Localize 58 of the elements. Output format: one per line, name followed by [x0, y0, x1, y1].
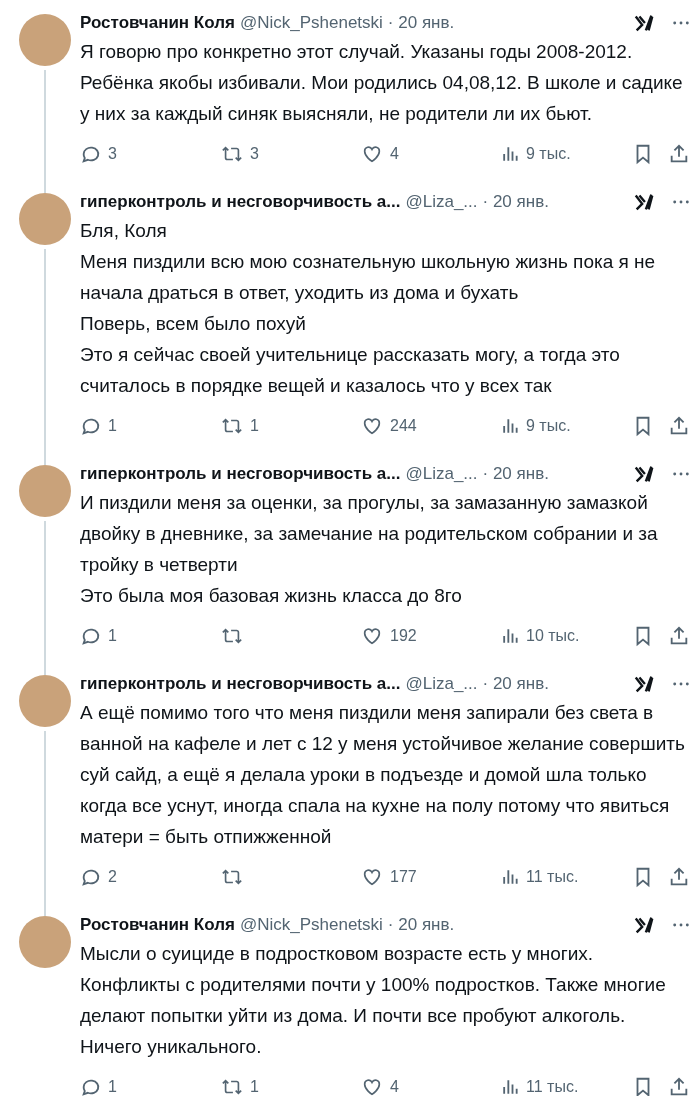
- like-count: 177: [390, 868, 417, 886]
- post-text: Это была моя базовая жизнь класса до 8го: [80, 584, 463, 608]
- view-count: 9 тыс.: [526, 417, 571, 435]
- post-text: Мысли о суициде в подростковом возрасте есть у многих. Конфликты с родителями почти у 100% подростков. Также многие делают попытки уйти из дома. И почти все пробуют алкоголь. Ничего уникального.: [80, 942, 667, 1059]
- views-icon[interactable]: [500, 1077, 520, 1096]
- share-icon[interactable]: [668, 143, 690, 165]
- share-icon[interactable]: [668, 415, 690, 437]
- reply-count: 1: [108, 417, 117, 435]
- reply-count: 1: [108, 627, 117, 645]
- user-handle[interactable]: @Liza_...: [405, 192, 478, 212]
- post-text: Это я сейчас своей учительнице рассказать могу, а тогда это считалось в порядке вещей и казалось что у всех так: [80, 343, 621, 398]
- post-date[interactable]: · 20 янв.: [482, 674, 549, 694]
- display-name[interactable]: Ростовчанин Коля: [80, 915, 235, 935]
- user-handle[interactable]: @Liza_...: [405, 464, 478, 484]
- repost-icon[interactable]: [220, 1076, 244, 1096]
- view-count: 11 тыс.: [526, 868, 579, 886]
- repost-count: 1: [250, 1078, 259, 1096]
- view-count: 10 тыс.: [526, 627, 580, 645]
- post-text: Я говорю про конкретно этот случай. Указаны годы 2008-2012. Ребёнка якобы избивали. Мои родились 04,08,12. В школе и садике у них за каждый синяк выясняли, не родители ли их бьют.: [80, 40, 684, 126]
- like-count: 244: [390, 417, 417, 435]
- post-date[interactable]: · 20 янв.: [482, 464, 549, 484]
- views-icon[interactable]: [500, 626, 520, 646]
- repost-count: 1: [250, 417, 259, 435]
- share-icon[interactable]: [668, 1076, 690, 1096]
- like-count: 4: [390, 1078, 399, 1096]
- post-date[interactable]: · 20 янв.: [387, 13, 455, 33]
- user-handle[interactable]: @Nick_Pshenetski: [239, 13, 383, 33]
- view-count: 11 тыс.: [526, 1078, 579, 1096]
- display-name[interactable]: гиперконтроль и несговорчивость а...: [80, 192, 401, 212]
- more-icon[interactable]: [672, 20, 690, 26]
- reply-count: 2: [108, 868, 117, 886]
- more-icon[interactable]: [672, 681, 690, 687]
- more-icon[interactable]: [672, 922, 690, 928]
- repost-count: 3: [250, 145, 259, 163]
- display-name[interactable]: гиперконтроль и несговорчивость а...: [80, 464, 401, 484]
- user-handle[interactable]: @Nick_Pshenetski: [239, 915, 383, 935]
- view-count: 9 тыс.: [526, 145, 571, 163]
- views-icon[interactable]: [500, 867, 520, 887]
- views-icon[interactable]: [500, 144, 520, 164]
- post-text: Бля, Коля: [80, 219, 168, 243]
- post-text: Меня пиздили всю мою сознательную школьную жизнь пока я не начала драться в ответ, уходить из дома и бухать: [80, 250, 657, 305]
- share-icon[interactable]: [668, 625, 690, 647]
- post-text: Поверь, всем было похуй: [80, 312, 307, 336]
- post-text: А ещё помимо того что меня пиздили меня запирали без света в ванной на кафеле и лет с 12 у меня устойчивое желание совершить суй сайд, а ещё я делала уроки в подъезде и домой шла только когда все уснут, иногда спала на кухне на полу потому что явиться матери = быть отпижженной: [80, 701, 686, 849]
- post-date[interactable]: · 20 янв.: [387, 915, 455, 935]
- like-count: 4: [390, 145, 399, 163]
- post-text: И пиздили меня за оценки, за прогулы, за замазанную замазкой двойку в дневнике, за замечание на родительском собрании и за тройку в четверти: [80, 491, 659, 577]
- more-icon[interactable]: [672, 471, 690, 477]
- reply-count: 3: [108, 145, 117, 163]
- reply-count: 1: [108, 1078, 117, 1096]
- display-name[interactable]: Ростовчанин Коля: [80, 13, 235, 33]
- more-icon[interactable]: [672, 199, 690, 205]
- like-count: 192: [390, 627, 417, 645]
- post-date[interactable]: · 20 янв.: [482, 192, 549, 212]
- user-handle[interactable]: @Liza_...: [405, 674, 478, 694]
- views-icon[interactable]: [500, 416, 520, 436]
- share-icon[interactable]: [668, 866, 690, 888]
- display-name[interactable]: гиперконтроль и несговорчивость а...: [80, 674, 401, 694]
